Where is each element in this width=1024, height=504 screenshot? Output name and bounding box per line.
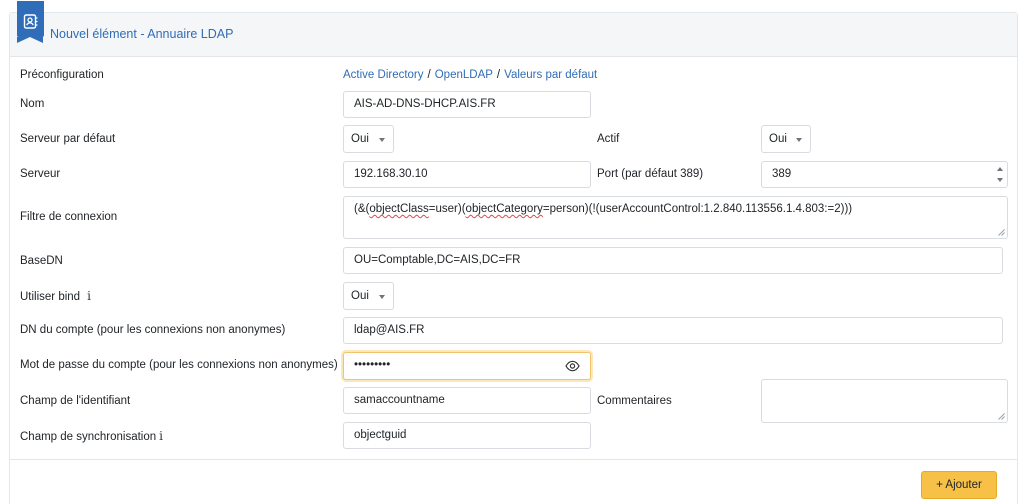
filter-text: (&( [354,203,370,215]
login-field-label: Champ de l'identifiant [20,395,131,407]
card-header: Nouvel élément - Annuaire LDAP [10,1,1017,57]
chevron-up-icon[interactable] [997,167,1003,171]
sync-field-label-text: Champ de synchronisation [20,431,157,443]
use-bind-label-text: Utiliser bind [20,291,81,303]
info-icon[interactable]: i [159,429,163,443]
active-select[interactable]: Oui [761,125,811,153]
chevron-down-icon[interactable] [997,178,1003,182]
address-book-icon [17,1,44,43]
filter-label: Filtre de connexion [20,211,118,223]
use-bind-value: Oui [351,290,369,302]
filter-textarea[interactable]: (&(objectClass=user)(objectCategory=pers… [343,196,1008,239]
default-server-label: Serveur par défaut [20,133,116,145]
filter-text: =user)( [428,203,466,215]
preset-separator: / [496,69,501,81]
filter-text: objectClass [369,203,429,215]
filter-text: =person)(!(userAccountControl:1.2.840.11… [542,203,853,215]
account-dn-input[interactable]: ldap@AIS.FR [343,317,1003,344]
preset-active-directory-link[interactable]: Active Directory [343,69,424,81]
basedn-input[interactable]: OU=Comptable,DC=AIS,DC=FR [343,247,1003,274]
page-title: Nouvel élément - Annuaire LDAP [50,27,234,41]
name-input[interactable]: AIS-AD-DNS-DHCP.AIS.FR [343,91,591,118]
info-icon[interactable]: i [87,289,91,303]
basedn-label: BaseDN [20,255,63,267]
use-bind-label: Utiliser bind i [20,289,91,303]
resize-handle-icon[interactable] [998,229,1005,236]
chevron-down-icon [796,138,802,142]
add-button[interactable]: + Ajouter [921,471,997,499]
port-input[interactable]: 389 [761,161,1008,188]
chevron-down-icon [379,295,385,299]
preconfig-label: Préconfiguration [20,69,104,81]
preset-separator: / [427,69,431,81]
password-value: ••••••••• [354,359,391,371]
account-dn-label: DN du compte (pour les connexions non an… [20,324,286,336]
server-input[interactable]: 192.168.30.10 [343,161,591,188]
comments-label: Commentaires [597,395,672,407]
chevron-down-icon [379,138,385,142]
comments-textarea[interactable] [761,379,1008,423]
default-server-value: Oui [351,133,369,145]
active-label: Actif [597,133,620,145]
preset-openldap-link[interactable]: OpenLDAP [435,69,493,81]
port-value: 389 [772,168,792,180]
form-card: Nouvel élément - Annuaire LDAP Préconfig… [9,1,1018,504]
eye-icon[interactable] [565,360,580,372]
login-field-input[interactable]: samaccountname [343,387,591,414]
preset-defaults-link[interactable]: Valeurs par défaut [504,69,597,81]
server-label: Serveur [20,168,61,180]
password-input[interactable]: ••••••••• [343,352,591,380]
active-value: Oui [769,133,787,145]
preconfig-links: Active Directory / OpenLDAP / Valeurs par dé… [343,69,597,81]
filter-text: objectCategory [465,203,543,215]
port-label: Port (par défaut 389) [597,168,704,180]
sync-field-input[interactable]: objectguid [343,422,591,449]
name-label: Nom [20,98,45,110]
password-label: Mot de passe du compte (pour les connexi… [20,359,338,371]
use-bind-select[interactable]: Oui [343,282,394,310]
footer-divider [10,459,1017,460]
sync-field-label: Champ de synchronisation i [20,429,163,443]
port-stepper[interactable] [997,165,1004,184]
default-server-select[interactable]: Oui [343,125,394,153]
resize-handle-icon[interactable] [998,413,1005,420]
